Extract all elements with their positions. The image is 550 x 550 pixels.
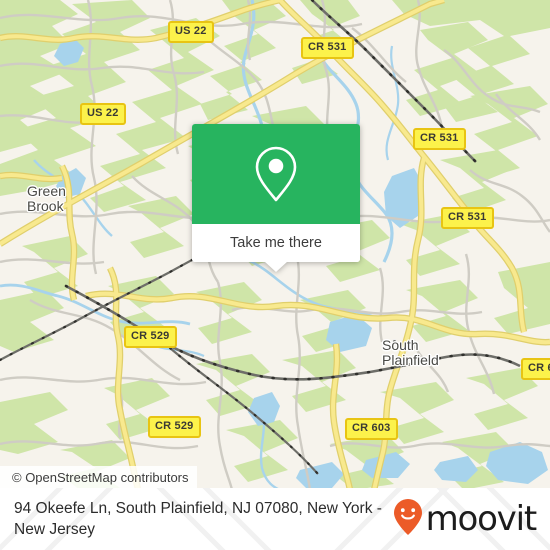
map-canvas[interactable]: US 22 CR 531 US 22 CR 531 CR 531 CR 529 … — [0, 0, 550, 490]
road-shield: CR 529 — [148, 416, 201, 438]
moovit-map-screenshot: US 22 CR 531 US 22 CR 531 CR 531 CR 529 … — [0, 0, 550, 550]
address-caption: 94 Okeefe Ln, South Plainfield, NJ 07080… — [14, 500, 382, 538]
road-shield: CR 529 — [124, 326, 177, 348]
road-shield: US 22 — [168, 21, 214, 43]
callout-pointer — [264, 261, 288, 272]
road-shield: CR 531 — [441, 207, 494, 229]
road-shield: CR 603 — [345, 418, 398, 440]
moovit-wordmark: moovit — [425, 499, 538, 539]
osm-attribution[interactable]: © OpenStreetMap contributors — [0, 466, 197, 488]
road-shield: CR 531 — [413, 128, 466, 150]
road-shield: US 22 — [80, 103, 126, 125]
take-me-there-button[interactable]: Take me there — [192, 224, 360, 262]
map-pin-icon — [253, 145, 299, 203]
footer-bar: 94 Okeefe Ln, South Plainfield, NJ 07080… — [0, 488, 550, 550]
moovit-logo[interactable]: moovit — [393, 498, 542, 541]
callout-hero — [192, 124, 360, 224]
callout-card: Take me there — [192, 124, 360, 262]
place-dot-south-plainfield — [392, 339, 397, 344]
road-shield: CR 531 — [301, 37, 354, 59]
road-shield: CR 6 — [521, 358, 550, 380]
moovit-smiley-pin-icon — [393, 498, 423, 541]
destination-callout[interactable]: Take me there — [192, 124, 360, 272]
